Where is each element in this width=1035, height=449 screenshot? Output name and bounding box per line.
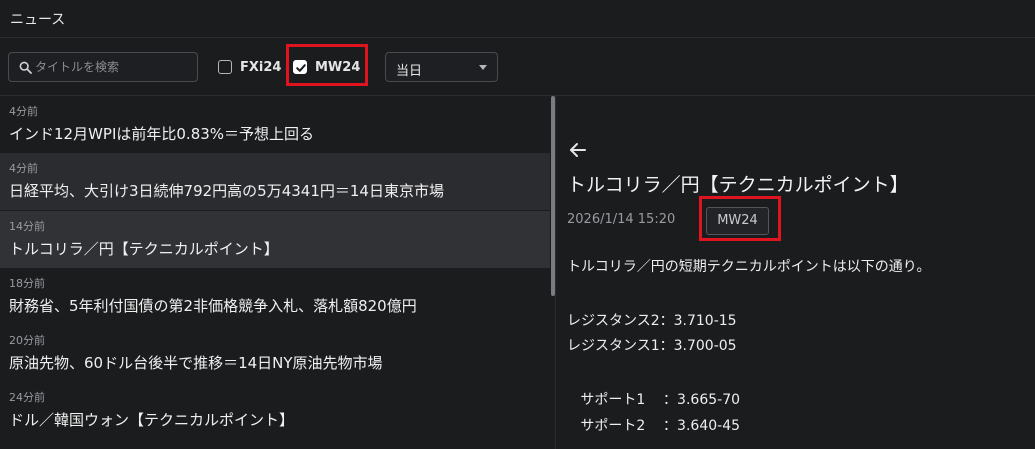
news-headline: ドル／韓国ウォン【テクニカルポイント】: [9, 411, 295, 429]
news-time: 4分前: [9, 162, 38, 175]
dropdown-arrow-icon: [479, 65, 487, 70]
news-time: 4分前: [9, 105, 38, 118]
news-headline: 財務省、5年利付国債の第2非価格競争入札、落札額820億円: [9, 297, 417, 315]
news-list: 4分前 インド12月WPIは前年比0.83%＝予想上回る 4分前 日経平均、大引…: [0, 96, 556, 449]
article-body-line: レジスタンス2：3.710-15: [567, 313, 737, 329]
filter-toolbar: FXi24 MW24 当日: [0, 38, 1035, 96]
article-body-line: サポート2 ：3.640-45: [567, 418, 741, 434]
article-body-line: サポート1 ：3.665-70: [567, 392, 741, 408]
filter-fxi24-checkbox[interactable]: FXi24: [218, 56, 281, 78]
search-icon: [19, 61, 32, 74]
checkbox-checked-icon[interactable]: [293, 60, 307, 74]
news-time: 18分前: [9, 277, 45, 290]
filter-fxi24-label: FXi24: [240, 59, 282, 75]
filter-mw24-label: MW24: [315, 59, 361, 75]
news-headline: 原油先物、60ドル台後半で推移＝14日NY原油先物市場: [9, 354, 383, 372]
search-box[interactable]: [8, 52, 198, 82]
search-input[interactable]: [35, 57, 193, 77]
window-title: ニュース: [10, 12, 66, 28]
news-headline: トルコリラ／円【テクニカルポイント】: [9, 240, 279, 258]
news-time: 14分前: [9, 220, 45, 233]
news-list-item[interactable]: 24分前 ドル／韓国ウォン【テクニカルポイント】: [0, 382, 550, 439]
news-app: ニュース FXi24 MW24 当日: [0, 0, 1035, 449]
date-range-select[interactable]: 当日: [385, 52, 498, 82]
list-scrollbar[interactable]: [551, 96, 555, 296]
checkmark-icon: [296, 64, 306, 72]
news-list-item-selected[interactable]: 14分前 トルコリラ／円【テクニカルポイント】: [0, 211, 550, 268]
source-badge: MW24: [706, 207, 769, 235]
checkbox-unchecked-icon[interactable]: [218, 60, 232, 74]
news-list-item[interactable]: 18分前 財務省、5年利付国債の第2非価格競争入札、落札額820億円: [0, 268, 550, 325]
article-body-line: レジスタンス1：3.700-05: [567, 338, 737, 354]
news-time: 24分前: [9, 391, 45, 404]
news-headline: 日経平均、大引け3日続伸792円高の5万4341円＝14日東京市場: [9, 182, 444, 200]
article-datetime: 2026/1/14 15:20: [567, 212, 676, 227]
date-range-value: 当日: [396, 64, 423, 79]
news-headline: インド12月WPIは前年比0.83%＝予想上回る: [9, 125, 315, 143]
news-list-item[interactable]: 4分前 日経平均、大引け3日続伸792円高の5万4341円＝14日東京市場: [0, 153, 550, 210]
article-body-line: トルコリラ／円の短期テクニカルポイントは以下の通り。: [567, 259, 931, 275]
news-list-item[interactable]: 20分前 原油先物、60ドル台後半で推移＝14日NY原油先物市場: [0, 325, 550, 382]
news-time: 20分前: [9, 334, 45, 347]
title-bar: ニュース: [0, 0, 1035, 38]
filter-mw24-checkbox[interactable]: MW24: [293, 56, 360, 78]
news-detail-panel: トルコリラ／円【テクニカルポイント】 2026/1/14 15:20 MW24 …: [557, 96, 1035, 449]
article-title: トルコリラ／円【テクニカルポイント】: [567, 174, 909, 196]
news-list-item[interactable]: 4分前 インド12月WPIは前年比0.83%＝予想上回る: [0, 96, 550, 153]
back-arrow-icon[interactable]: [568, 141, 588, 159]
